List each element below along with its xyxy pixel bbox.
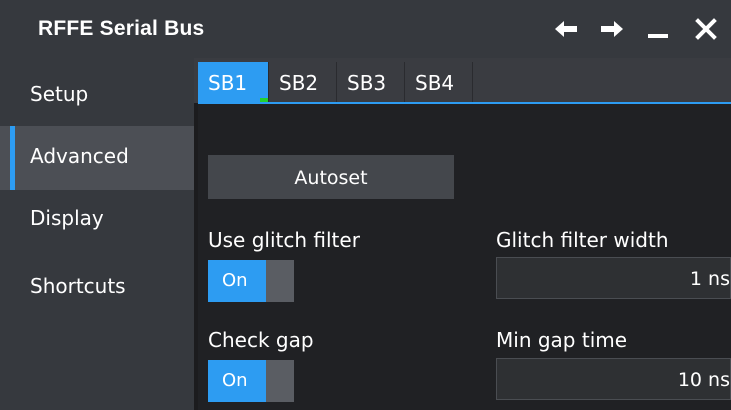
content-area: SB1 SB2 SB3 SB4 Autoset Use glitch filte… (194, 58, 731, 410)
min-gap-time-input[interactable]: 10 ns (496, 358, 731, 400)
tab-label: SB2 (279, 71, 319, 95)
min-gap-time-label: Min gap time (496, 328, 628, 352)
check-gap-label: Check gap (208, 328, 314, 352)
glitch-filter-toggle[interactable]: On (208, 260, 294, 302)
toggle-state-label: On (222, 270, 248, 291)
sidebar-item-shortcuts[interactable]: Shortcuts (0, 256, 194, 320)
glitch-filter-width-label: Glitch filter width (496, 228, 669, 252)
back-arrow-icon[interactable] (553, 18, 579, 40)
tab-sb2[interactable]: SB2 (269, 62, 336, 102)
forward-arrow-icon[interactable] (599, 18, 625, 40)
toggle-knob (266, 260, 294, 302)
autoset-button[interactable]: Autoset (208, 155, 454, 199)
toggle-on-segment: On (208, 260, 266, 302)
autoset-button-label: Autoset (294, 167, 368, 189)
toggle-knob (266, 360, 294, 402)
tab-sb3[interactable]: SB3 (337, 62, 404, 102)
sidebar-item-setup[interactable]: Setup (0, 64, 194, 128)
glitch-filter-width-input[interactable]: 1 ns (496, 257, 731, 299)
sidebar-item-label: Advanced (30, 144, 129, 168)
sidebar-item-label: Display (30, 206, 104, 230)
glitch-filter-width-value: 1 ns (689, 268, 730, 290)
tab-divider (472, 62, 473, 102)
sidebar-item-label: Setup (30, 82, 89, 106)
check-gap-toggle[interactable]: On (208, 360, 294, 402)
tab-label: SB3 (347, 71, 387, 95)
tab-label: SB4 (415, 71, 455, 95)
toggle-state-label: On (222, 370, 248, 391)
window-title: RFFE Serial Bus (38, 17, 205, 40)
minimize-icon[interactable] (647, 18, 669, 40)
tab-sb1[interactable]: SB1 (198, 62, 268, 106)
tab-sb4[interactable]: SB4 (405, 62, 472, 102)
sidebar-item-label: Shortcuts (30, 274, 126, 298)
glitch-filter-label: Use glitch filter (208, 228, 360, 252)
sidebar-item-advanced[interactable]: Advanced (0, 126, 194, 190)
sidebar-item-display[interactable]: Display (0, 188, 194, 252)
min-gap-time-value: 10 ns (677, 369, 730, 391)
tab-label: SB1 (208, 71, 248, 95)
close-icon[interactable] (695, 18, 717, 40)
toggle-on-segment: On (208, 360, 266, 402)
sidebar: Setup Advanced Display Shortcuts (0, 58, 194, 410)
title-bar: RFFE Serial Bus (0, 0, 731, 58)
